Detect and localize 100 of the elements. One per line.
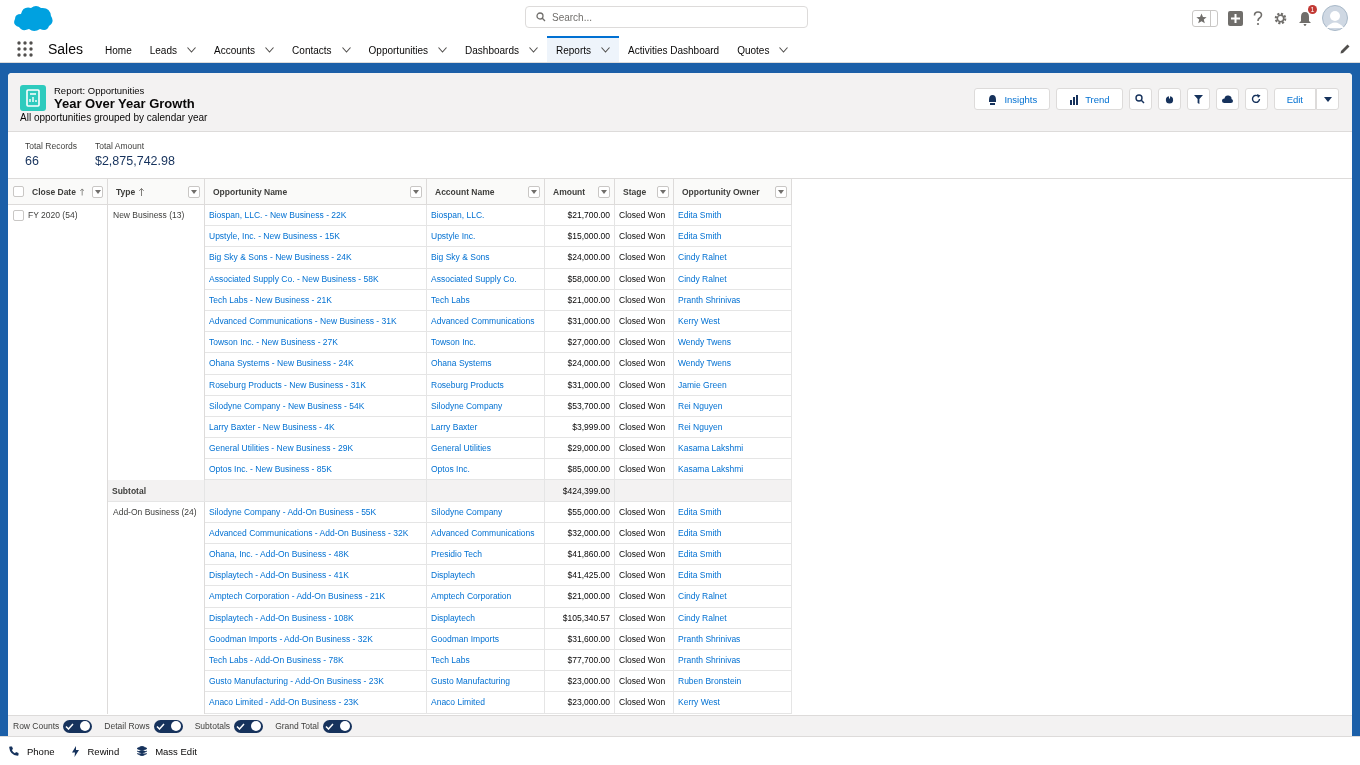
settings-icon[interactable] — [1273, 10, 1288, 26]
record-link[interactable]: General Utilities — [431, 443, 491, 454]
sort-arrow-icon[interactable] — [79, 187, 85, 196]
column-header[interactable]: Close Date — [8, 179, 108, 204]
utility-item[interactable]: Rewind — [72, 745, 120, 757]
toggle-switch[interactable] — [153, 719, 183, 733]
record-link[interactable]: Edita Smith — [678, 231, 722, 242]
record-link[interactable]: Goodman Imports - Add-On Business - 32K — [209, 633, 373, 644]
record-link[interactable]: Optos Inc. - New Business - 85K — [209, 464, 332, 475]
record-link[interactable]: Roseburg Products - New Business - 31K — [209, 379, 366, 390]
utility-item[interactable]: Phone — [9, 745, 55, 757]
record-link[interactable]: Silodyne Company - New Business - 54K — [209, 400, 365, 411]
column-menu-button[interactable] — [528, 185, 540, 198]
insights-button[interactable]: Insights — [974, 88, 1051, 110]
nav-tab[interactable]: Contacts — [283, 36, 360, 62]
record-link[interactable]: Ohana, Inc. - Add-On Business - 48K — [209, 549, 349, 560]
record-link[interactable]: Edita Smith — [678, 506, 722, 517]
chevron-down-icon[interactable] — [601, 47, 610, 53]
record-link[interactable]: Anaco Limited — [431, 697, 485, 708]
record-link[interactable]: Larry Baxter — [431, 421, 478, 432]
column-header[interactable]: Stage — [615, 179, 674, 204]
record-link[interactable]: Towson Inc. — [431, 337, 476, 348]
chevron-down-icon[interactable] — [265, 47, 275, 53]
record-link[interactable]: Towson Inc. - New Business - 27K — [209, 337, 338, 348]
row-checkbox[interactable] — [13, 210, 24, 221]
record-link[interactable]: Edita Smith — [678, 549, 722, 560]
record-link[interactable]: Biospan, LLC. — [431, 210, 485, 221]
column-menu-button[interactable] — [92, 185, 103, 198]
record-link[interactable]: Rei Nguyen — [678, 421, 723, 432]
column-header[interactable]: Account Name — [427, 179, 545, 204]
record-link[interactable]: Associated Supply Co. — [431, 273, 517, 284]
nav-tab[interactable]: Home — [96, 36, 141, 62]
column-header[interactable]: Type — [108, 179, 205, 204]
nav-tab[interactable]: Opportunities — [359, 36, 457, 62]
refresh-button[interactable] — [1244, 88, 1268, 110]
record-link[interactable]: Big Sky & Sons - New Business - 24K — [209, 252, 352, 263]
record-link[interactable]: Upstyle Inc. — [431, 231, 476, 242]
column-menu-button[interactable] — [188, 185, 200, 198]
chevron-down-icon[interactable] — [341, 47, 351, 53]
nav-tab[interactable]: Accounts — [204, 36, 284, 62]
trend-button[interactable]: Trend — [1056, 88, 1123, 110]
record-link[interactable]: Displaytech — [431, 570, 475, 581]
pencil-icon[interactable] — [1340, 44, 1350, 54]
nav-tab[interactable]: Reports — [547, 36, 619, 62]
chevron-down-icon[interactable] — [186, 47, 196, 53]
record-link[interactable]: Big Sky & Sons — [431, 252, 490, 263]
favorites-button[interactable] — [1192, 9, 1218, 27]
record-link[interactable]: Tech Labs — [431, 655, 470, 666]
subscribe-button[interactable] — [1215, 88, 1239, 110]
cloud-logo-icon[interactable] — [12, 4, 54, 32]
app-launcher-icon[interactable] — [17, 41, 33, 57]
chevron-down-icon[interactable] — [529, 47, 538, 53]
plus-icon[interactable] — [1228, 10, 1243, 26]
record-link[interactable]: Pranth Shrinivas — [678, 655, 741, 666]
record-link[interactable]: Edita Smith — [678, 210, 722, 221]
toggle-switch[interactable] — [63, 719, 93, 733]
record-link[interactable]: Biospan, LLC. - New Business - 22K — [209, 210, 347, 221]
column-header[interactable]: Opportunity Name — [205, 179, 427, 204]
record-link[interactable]: Advanced Communications - New Business - 31K — [209, 316, 397, 327]
record-link[interactable]: Ohana Systems — [431, 358, 492, 369]
record-link[interactable]: General Utilities - New Business - 29K — [209, 443, 354, 454]
record-link[interactable]: Larry Baxter - New Business - 4K — [209, 421, 335, 432]
select-all-checkbox[interactable] — [13, 186, 24, 197]
record-link[interactable]: Amptech Corporation - Add-On Business - 21K — [209, 591, 386, 602]
record-link[interactable]: Pranth Shrinivas — [678, 633, 741, 644]
chevron-down-icon[interactable] — [779, 47, 789, 53]
record-link[interactable]: Kasama Lakshmi — [678, 443, 744, 454]
record-link[interactable]: Gusto Manufacturing - Add-On Business - 23K — [209, 676, 384, 687]
toggle-switch[interactable] — [234, 719, 264, 733]
record-link[interactable]: Edita Smith — [678, 527, 722, 538]
record-link[interactable]: Cindy Ralnet — [678, 591, 727, 602]
nav-tab[interactable]: Activities Dashboard — [619, 36, 729, 62]
record-link[interactable]: Wendy Twens — [678, 358, 732, 369]
nav-tab[interactable]: Quotes — [728, 36, 798, 62]
record-link[interactable]: Amptech Corporation — [431, 591, 512, 602]
record-link[interactable]: Cindy Ralnet — [678, 252, 727, 263]
search-button[interactable] — [1128, 88, 1152, 110]
column-menu-button[interactable] — [410, 185, 422, 198]
utility-item[interactable]: Mass Edit — [137, 745, 197, 757]
record-link[interactable]: Kasama Lakshmi — [678, 464, 744, 475]
record-link[interactable]: Anaco Limited - Add-On Business - 23K — [209, 697, 359, 708]
column-menu-button[interactable] — [598, 185, 610, 198]
record-link[interactable]: Roseburg Products — [431, 379, 504, 390]
chart-button[interactable] — [1157, 88, 1181, 110]
record-link[interactable]: Associated Supply Co. - New Business - 58K — [209, 273, 379, 284]
column-header[interactable]: Amount — [545, 179, 615, 204]
sort-arrow-icon[interactable] — [139, 187, 145, 196]
record-link[interactable]: Ruben Bronstein — [678, 676, 742, 687]
column-menu-button[interactable] — [657, 185, 669, 198]
nav-tab[interactable]: Dashboards — [456, 36, 547, 62]
record-link[interactable]: Advanced Communications - Add-On Business - 32K — [209, 527, 409, 538]
record-link[interactable]: Edita Smith — [678, 570, 722, 581]
record-link[interactable]: Optos Inc. — [431, 464, 470, 475]
help-icon[interactable] — [1253, 10, 1263, 26]
record-link[interactable]: Tech Labs - Add-On Business - 78K — [209, 655, 344, 666]
record-link[interactable]: Displaytech — [431, 612, 475, 623]
record-link[interactable]: Ohana Systems - New Business - 24K — [209, 358, 354, 369]
filter-button[interactable] — [1186, 88, 1210, 110]
record-link[interactable]: Silodyne Company - Add-On Business - 55K — [209, 506, 377, 517]
record-link[interactable]: Displaytech - Add-On Business - 41K — [209, 570, 349, 581]
